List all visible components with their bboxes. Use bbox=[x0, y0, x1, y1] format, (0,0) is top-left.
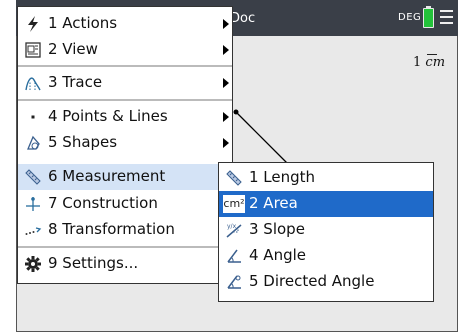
menu-separator bbox=[18, 246, 232, 248]
menu-item-label: 4 Points & Lines bbox=[48, 107, 168, 125]
menu-item-construction[interactable]: 7 Construction bbox=[18, 191, 232, 217]
menu-item-actions[interactable]: 1 Actions bbox=[18, 11, 232, 37]
menu-separator bbox=[18, 99, 232, 101]
point-icon bbox=[24, 108, 42, 126]
submenu-item-slope[interactable]: y/x 3 Slope bbox=[219, 217, 433, 243]
menu-item-label: 3 Trace bbox=[48, 73, 103, 91]
angle-icon bbox=[225, 247, 243, 265]
menu-item-points-lines[interactable]: 4 Points & Lines bbox=[18, 104, 232, 130]
menu-item-view[interactable]: 2 View bbox=[18, 37, 232, 63]
menu-separator bbox=[18, 65, 232, 67]
submenu-arrow-icon bbox=[223, 45, 229, 55]
menu-item-label: 4 Angle bbox=[249, 246, 306, 264]
submenu-arrow-icon bbox=[223, 112, 229, 122]
submenu-item-directed-angle[interactable]: 5 Directed Angle bbox=[219, 269, 433, 295]
submenu-item-area[interactable]: cm² 2 Area bbox=[219, 191, 433, 217]
measurement-submenu: 1 Length cm² 2 Area y/x 3 Slope 4 Angle … bbox=[218, 162, 434, 302]
trace-icon bbox=[24, 74, 42, 92]
submenu-arrow-icon bbox=[223, 138, 229, 148]
submenu-arrow-icon bbox=[223, 19, 229, 29]
menu-item-label: 2 Area bbox=[249, 194, 298, 212]
svg-text:y/x: y/x bbox=[227, 223, 237, 230]
menu-item-label: 8 Transformation bbox=[48, 220, 175, 238]
ruler-icon bbox=[24, 168, 42, 186]
view-icon bbox=[24, 41, 42, 59]
lightning-icon bbox=[24, 15, 42, 33]
submenu-item-length[interactable]: 1 Length bbox=[219, 165, 433, 191]
submenu-item-angle[interactable]: 4 Angle bbox=[219, 243, 433, 269]
menu-item-label: 1 Actions bbox=[48, 14, 118, 32]
ruler-icon bbox=[225, 169, 243, 187]
menu-item-transformation[interactable]: 8 Transformation bbox=[18, 217, 232, 243]
menu-item-label: 5 Shapes bbox=[48, 133, 118, 151]
menu-item-settings[interactable]: 9 Settings... bbox=[18, 251, 232, 277]
menu-item-label: 1 Length bbox=[249, 168, 316, 186]
directed-angle-icon bbox=[225, 273, 243, 291]
menu-item-measurement[interactable]: 6 Measurement bbox=[18, 164, 232, 190]
area-icon: cm² bbox=[223, 195, 245, 213]
menu-item-label: 7 Construction bbox=[48, 194, 158, 212]
submenu-arrow-icon bbox=[223, 78, 229, 88]
menu-item-label: 3 Slope bbox=[249, 220, 305, 238]
menu-item-label: 2 View bbox=[48, 40, 98, 58]
construction-icon bbox=[24, 195, 42, 213]
menu-item-label: 5 Directed Angle bbox=[249, 272, 375, 290]
menu-item-label: 6 Measurement bbox=[48, 167, 166, 185]
slope-icon: y/x bbox=[225, 221, 243, 239]
menu-item-label: 9 Settings... bbox=[48, 254, 139, 272]
gear-icon bbox=[24, 255, 42, 273]
menu-item-trace[interactable]: 3 Trace bbox=[18, 70, 232, 96]
menu-item-shapes[interactable]: 5 Shapes bbox=[18, 130, 232, 156]
main-menu: 1 Actions 2 View 3 Trace 4 Points & Line… bbox=[17, 6, 233, 284]
transformation-icon bbox=[24, 221, 42, 239]
shapes-icon bbox=[24, 134, 42, 152]
